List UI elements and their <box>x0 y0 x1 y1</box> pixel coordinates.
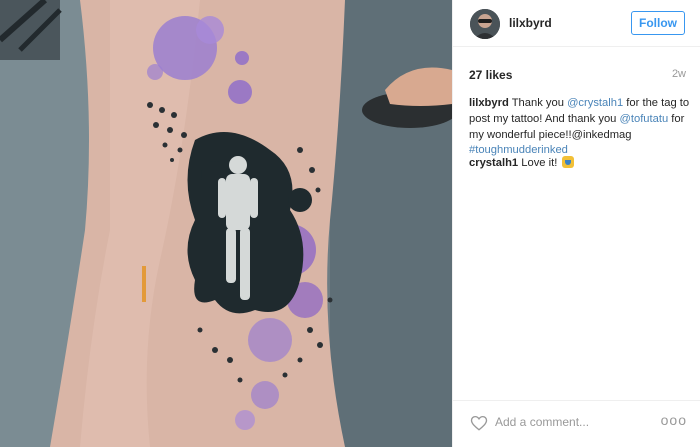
mention-tofutatu[interactable]: @tofutatu <box>620 113 669 125</box>
avatar-image <box>470 9 500 39</box>
post-footer: ooo <box>453 400 700 447</box>
post-photo[interactable] <box>0 0 452 447</box>
likes-count[interactable]: 27 likes <box>469 68 512 82</box>
caption-author[interactable]: lilxbyrd <box>469 97 509 109</box>
add-comment-input[interactable] <box>495 415 645 429</box>
comment-author[interactable]: crystalh1 <box>469 157 518 169</box>
post-caption: lilxbyrd Thank you @crystalh1 for the ta… <box>469 96 691 159</box>
post-header: lilxbyrd Follow <box>453 0 700 47</box>
caption-text-1: Thank you <box>508 97 568 109</box>
more-options-icon[interactable]: ooo <box>661 412 687 428</box>
hashtag-toughmudderinked[interactable]: #toughmudderinked <box>469 144 568 156</box>
username[interactable]: lilxbyrd <box>509 16 552 30</box>
comment-text: Love it! <box>518 157 561 169</box>
instagram-post: lilxbyrd Follow 27 likes 2w lilxbyrd Tha… <box>0 0 700 447</box>
post-age[interactable]: 2w <box>672 68 686 80</box>
follow-button[interactable]: Follow <box>631 11 685 35</box>
emoji-icon <box>562 156 575 168</box>
mention-crystalh1[interactable]: @crystalh1 <box>567 97 623 109</box>
heart-icon[interactable] <box>470 414 488 432</box>
post-sidebar: lilxbyrd Follow 27 likes 2w lilxbyrd Tha… <box>452 0 700 447</box>
comment-item: crystalh1 Love it! <box>469 156 691 171</box>
avatar[interactable] <box>470 9 500 39</box>
tattoo-photo-image <box>0 0 452 447</box>
